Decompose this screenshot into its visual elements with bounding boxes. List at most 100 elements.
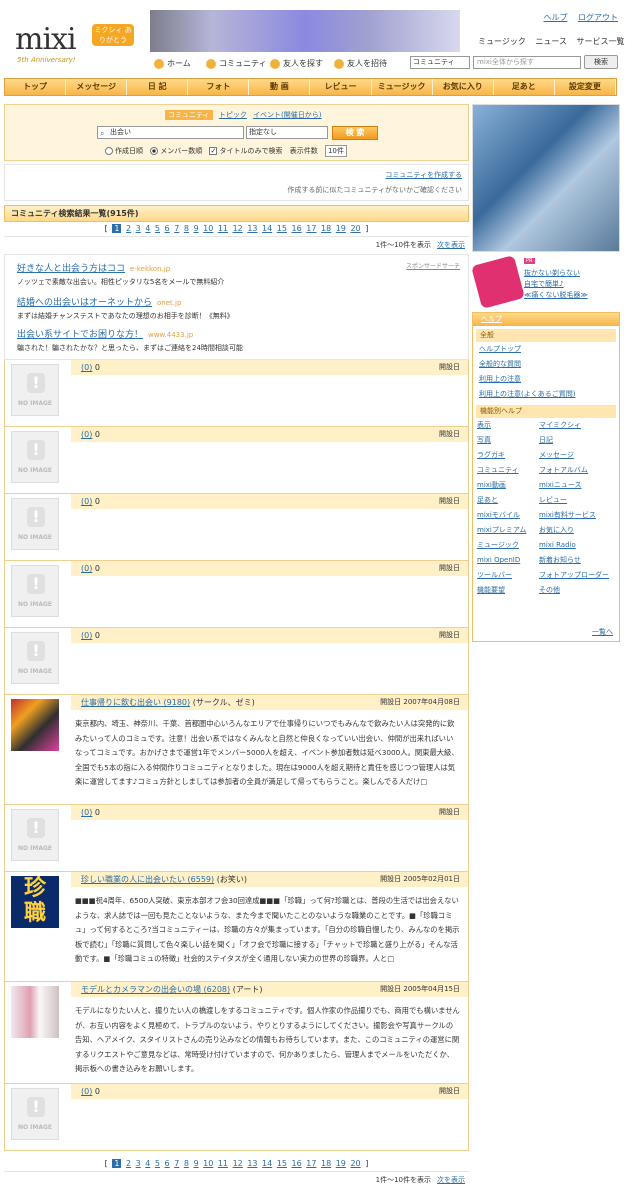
ad-line[interactable]: ≪痛くない脱毛器≫ [524, 290, 588, 300]
community-name-link[interactable]: (0) [81, 363, 92, 372]
page-link[interactable]: 8 [184, 224, 189, 233]
logout-link[interactable]: ログアウト [578, 13, 618, 22]
feature-help-link[interactable]: コミュニティ [477, 463, 539, 478]
feature-help-link[interactable]: フォトアルバム [539, 463, 619, 478]
tab-community[interactable]: コミュニティ [165, 110, 213, 120]
banner-image[interactable] [150, 10, 460, 52]
help-title[interactable]: ヘルプ [473, 313, 619, 326]
page-link[interactable]: 20 [350, 224, 360, 233]
page-link[interactable]: 18 [321, 224, 331, 233]
page-link[interactable]: 13 [247, 1159, 257, 1168]
nav-community[interactable]: コミュニティ [206, 58, 267, 69]
nav-settings[interactable]: 設定変更 [555, 79, 616, 95]
page-link[interactable]: 4 [145, 224, 150, 233]
community-name-link[interactable]: 珍しい職業の人に出会いたい (6559) [81, 875, 214, 884]
search-button[interactable]: 検 索 [332, 126, 378, 140]
sponsored-label[interactable]: スポンサードサーチ [406, 261, 460, 270]
page-link[interactable]: 19 [336, 224, 346, 233]
community-name-link[interactable]: モデルとカメラマンの出会いの場 (6208) [81, 985, 230, 994]
page-link[interactable]: 9 [193, 1159, 198, 1168]
ad-title[interactable]: 好きな人と出会う方はココ [17, 264, 125, 274]
page-link[interactable]: 11 [218, 1159, 228, 1168]
page-link[interactable]: 13 [247, 224, 257, 233]
community-name-link[interactable]: (0) [81, 497, 92, 506]
nav-favorites[interactable]: お気に入り [433, 79, 494, 95]
nav-video[interactable]: 動 画 [249, 79, 311, 95]
feature-help-link[interactable]: ミュージック [477, 538, 539, 553]
page-link[interactable]: 16 [292, 1159, 302, 1168]
feature-help-link[interactable]: 新着お知らせ [539, 553, 619, 568]
nav-photo[interactable]: フォト [188, 79, 250, 95]
community-name-link[interactable]: (0) [81, 631, 92, 640]
ad-title[interactable]: 結婚への出会いはオーネットから [17, 298, 152, 308]
page-link[interactable]: 7 [174, 224, 179, 233]
community-thumbnail[interactable] [11, 986, 59, 1038]
page-link[interactable]: 2 [126, 224, 131, 233]
page-link[interactable]: 5 [155, 1159, 160, 1168]
no-image-thumbnail[interactable]: ! NO IMAGE [11, 632, 59, 684]
feature-help-link[interactable]: mixi動画 [477, 478, 539, 493]
page-link[interactable]: 10 [203, 224, 213, 233]
mixi-logo[interactable]: mixi ミクシィ ありがとう 5th Anniversary! [15, 22, 134, 64]
category-select[interactable]: 指定なし [246, 126, 328, 139]
feature-help-link[interactable]: フォトアップローダー [539, 568, 619, 583]
nav-diary[interactable]: 日 記 [127, 79, 189, 95]
no-image-thumbnail[interactable]: ! NO IMAGE [11, 809, 59, 861]
page-link[interactable]: 5 [155, 224, 160, 233]
page-link[interactable]: 10 [203, 1159, 213, 1168]
page-link[interactable]: 3 [136, 1159, 141, 1168]
no-image-thumbnail[interactable]: ! NO IMAGE [11, 431, 59, 483]
nav-review[interactable]: レビュー [310, 79, 372, 95]
page-link[interactable]: 8 [184, 1159, 189, 1168]
help-link[interactable]: ヘルプ [543, 13, 567, 22]
community-thumbnail[interactable] [11, 699, 59, 751]
page-link[interactable]: 7 [174, 1159, 179, 1168]
page-link[interactable]: 20 [350, 1159, 360, 1168]
feature-help-link[interactable]: mixi OpenID [477, 553, 539, 568]
keyword-input[interactable]: ⌕ 出会い [97, 126, 244, 139]
feature-help-link[interactable]: 表示 [477, 418, 539, 433]
no-image-thumbnail[interactable]: ! NO IMAGE [11, 364, 59, 416]
feature-help-link[interactable]: お気に入り [539, 523, 619, 538]
side-ad[interactable]: PR 抜かない剃らない 自宅で簡単♪ ≪痛くない脱毛器≫ [471, 255, 620, 309]
page-link[interactable]: 14 [262, 224, 272, 233]
feature-help-link[interactable]: ラグガキ [477, 448, 539, 463]
tab-event[interactable]: イベント(開催日から) [253, 111, 321, 119]
page-link[interactable]: 17 [306, 1159, 316, 1168]
page-link[interactable]: 9 [193, 224, 198, 233]
help-link[interactable]: 全般的な質問 [473, 357, 619, 372]
help-link[interactable]: ヘルプトップ [473, 342, 619, 357]
nav-footprints[interactable]: 足あと [494, 79, 555, 95]
feature-help-link[interactable]: その他 [539, 583, 619, 598]
page-link[interactable]: 6 [165, 224, 170, 233]
feature-help-link[interactable]: mixiニュース [539, 478, 619, 493]
feature-help-link[interactable]: 写真 [477, 433, 539, 448]
page-link[interactable]: 12 [233, 224, 243, 233]
ad-line[interactable]: 抜かない剃らない [524, 268, 580, 278]
page-link[interactable]: 4 [145, 1159, 150, 1168]
sort-date-radio[interactable]: 作成日順 [105, 147, 143, 155]
community-name-link[interactable]: (0) [81, 1087, 92, 1096]
next-link[interactable]: 次を表示 [437, 1176, 465, 1184]
feature-help-link[interactable]: レビュー [539, 493, 619, 508]
nav-find-friends[interactable]: 友人を探す [270, 58, 323, 69]
community-name-link[interactable]: (0) [81, 430, 92, 439]
ad-title[interactable]: 出会い系サイトでお困りな方！ [17, 330, 143, 340]
feature-help-link[interactable]: マイミクシィ [539, 418, 619, 433]
feature-help-link[interactable]: 足あと [477, 493, 539, 508]
community-thumbnail[interactable]: 珍職 [11, 876, 59, 928]
page-link[interactable]: 6 [165, 1159, 170, 1168]
create-community-link[interactable]: コミュニティを作成する [385, 170, 462, 180]
feature-help-link[interactable]: mixiプレミアム [477, 523, 539, 538]
page-link[interactable]: 18 [321, 1159, 331, 1168]
page-link[interactable]: 15 [277, 224, 287, 233]
feature-help-link[interactable]: mixi Radio [539, 538, 619, 553]
page-link[interactable]: 1 [112, 1159, 122, 1168]
page-link[interactable]: 19 [336, 1159, 346, 1168]
community-name-link[interactable]: (0) [81, 808, 92, 817]
page-link[interactable]: 3 [136, 224, 141, 233]
page-link[interactable]: 14 [262, 1159, 272, 1168]
help-more-link[interactable]: 一覧へ [592, 627, 613, 637]
feature-help-link[interactable]: mixi有料サービス [539, 508, 619, 523]
page-link[interactable]: 12 [233, 1159, 243, 1168]
